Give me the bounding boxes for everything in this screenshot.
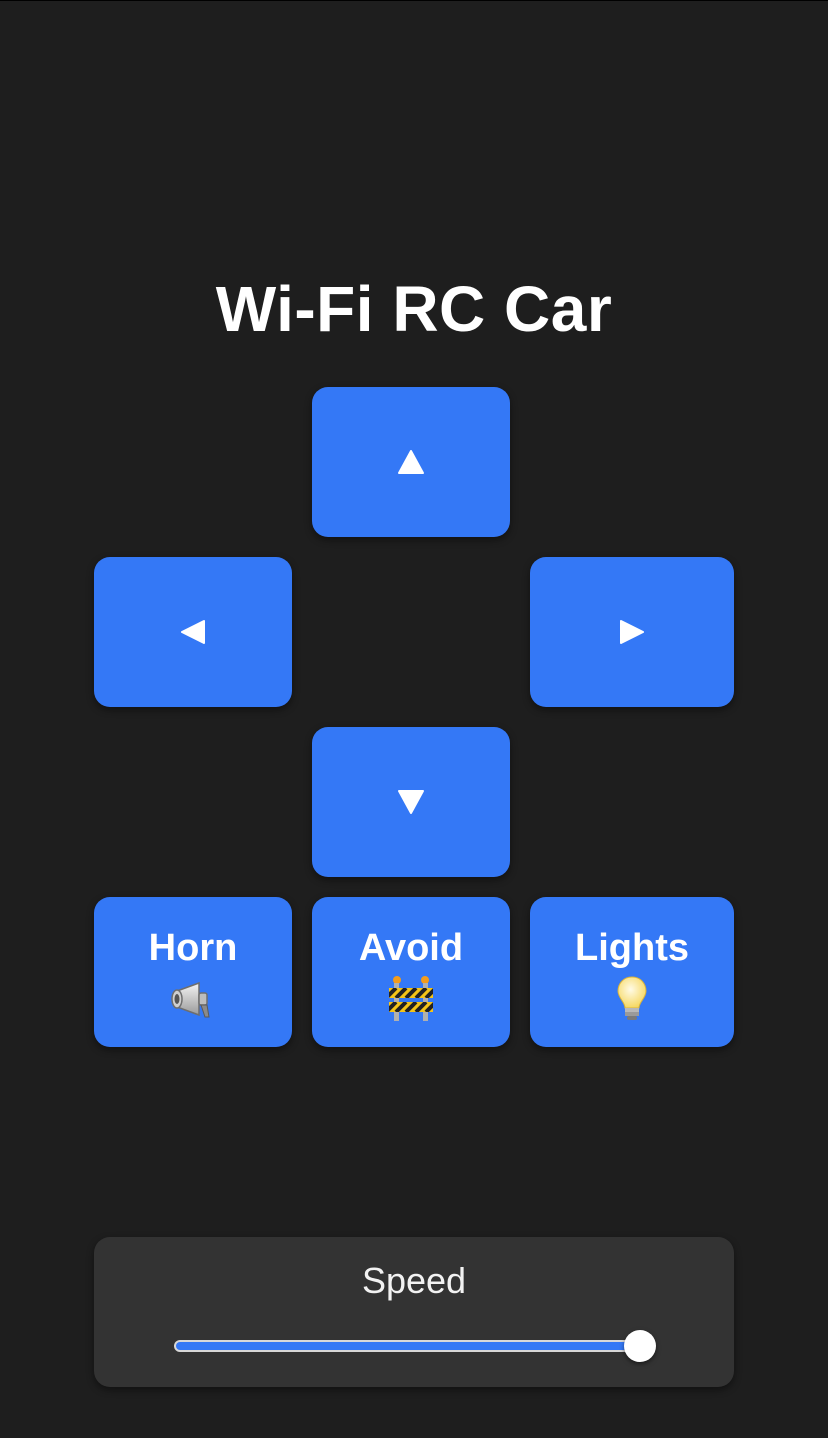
speed-slider-thumb[interactable] [624, 1330, 656, 1362]
triangle-left-icon [179, 618, 207, 646]
right-button[interactable] [530, 557, 734, 707]
speed-label: Speed [361, 1260, 467, 1301]
reverse-button[interactable] [312, 727, 510, 877]
left-button[interactable] [94, 557, 292, 707]
construction-barrier-icon [386, 974, 436, 1024]
avoid-button[interactable]: Avoid [312, 897, 510, 1047]
speed-slider-track[interactable] [174, 1340, 654, 1352]
speed-panel: Speed [94, 1237, 734, 1387]
triangle-right-icon [618, 618, 646, 646]
horn-button[interactable]: Horn [94, 897, 292, 1047]
lights-label: Lights [575, 927, 689, 969]
speed-slider-fill [176, 1342, 652, 1350]
light-bulb-icon [615, 974, 649, 1024]
lights-button[interactable]: Lights [530, 897, 734, 1047]
megaphone-icon [169, 974, 217, 1024]
triangle-down-icon [397, 788, 425, 816]
page-title: Wi-Fi RC Car [215, 273, 613, 345]
forward-button[interactable] [312, 387, 510, 537]
horn-label: Horn [148, 927, 238, 969]
avoid-label: Avoid [358, 927, 464, 969]
triangle-up-icon [397, 448, 425, 476]
